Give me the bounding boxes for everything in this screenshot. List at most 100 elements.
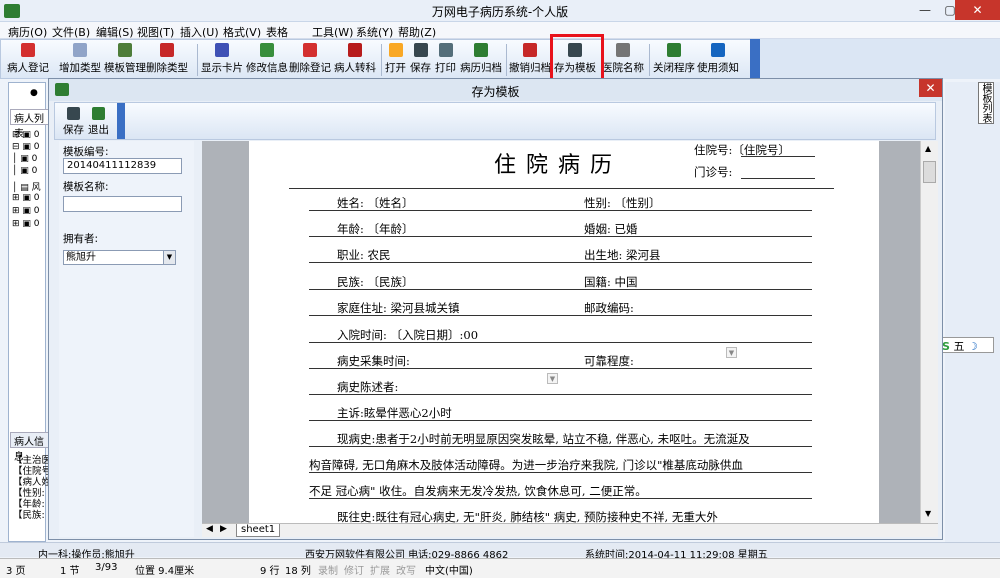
menu-item-system[interactable]: 系统(Y) — [356, 24, 393, 40]
toolbar-button-1[interactable]: 病人登记 — [7, 43, 49, 77]
menu-item-record[interactable]: 病历(O) — [8, 24, 47, 40]
highlight-box — [550, 34, 604, 82]
sheet-tab[interactable]: sheet1 — [236, 524, 281, 537]
toolbar-button-12[interactable]: 病历归档 — [460, 43, 502, 77]
vertical-scrollbar[interactable]: ▲ ▼ — [920, 141, 938, 523]
scroll-down-icon[interactable]: ▼ — [925, 509, 931, 518]
add-type-icon — [73, 43, 87, 57]
doc-title: 住院病历 — [494, 153, 623, 178]
tree-node[interactable]: │ ▣ 0 — [12, 166, 37, 176]
toolbar-button-13[interactable]: 撤销归档 — [509, 43, 551, 77]
main-toolbar: 病人登记 增加类型 模板管理 删除类型 显示卡片 修改信息 删除登记 病人转科 打开 保存 打印 病历… — [0, 39, 760, 79]
revision-indicator[interactable]: 修订 — [344, 562, 364, 577]
underline — [309, 472, 812, 473]
cursor-position: 位置 9.4厘米 — [135, 566, 195, 577]
owner-select[interactable]: 熊旭升 ▼ — [63, 250, 176, 265]
menu-item-insert[interactable]: 插入(U) — [180, 24, 219, 40]
birthplace-field: 出生地: 梁河县 — [584, 248, 661, 262]
sheet-next-icon[interactable]: ▶ — [220, 524, 227, 534]
tab-patient-list[interactable]: 病人列表 — [10, 109, 50, 140]
radio-button[interactable]: ● — [30, 88, 38, 98]
delete-type-icon — [160, 43, 174, 57]
card-icon — [215, 43, 229, 57]
dialog-exit-label: 退出 — [88, 124, 109, 136]
close-icon[interactable]: ✕ — [955, 0, 1000, 20]
address-field: 家庭住址: 梁河县城关镇 — [337, 301, 460, 315]
status-bar-info: 内一科:操作员:熊旭升 西安万网软件有限公司 电话:029-8866 4862 … — [0, 542, 1000, 561]
page-position: 3/93 — [95, 562, 118, 573]
toolbar-button-label: 增加类型 — [59, 62, 101, 74]
sheet-tab-bar: ◀ ▶ sheet1 — [202, 523, 938, 537]
underline — [309, 446, 812, 447]
toolbar-button-6[interactable]: 修改信息 — [246, 43, 288, 77]
tab-patient-info[interactable]: 病人信息 — [10, 432, 50, 463]
menu-item-format[interactable]: 格式(V) — [223, 24, 261, 40]
toolbar-button-label: 保存 — [410, 62, 431, 74]
archive-icon — [474, 43, 488, 57]
toolbar-button-9[interactable]: 打开 — [385, 43, 406, 77]
dialog-exit-button[interactable]: 退出 — [88, 107, 109, 137]
extend-indicator[interactable]: 扩展 — [370, 562, 390, 577]
toolbar-button-10[interactable]: 保存 — [410, 43, 431, 77]
sheet-prev-icon[interactable]: ◀ — [206, 524, 213, 534]
tree-node[interactable]: ⊞ ▣ 0 — [12, 206, 40, 216]
toolbar-button-4[interactable]: 删除类型 — [146, 43, 188, 77]
owner-label: 拥有者: — [63, 233, 99, 245]
template-manage-icon — [118, 43, 132, 57]
dialog-title-bar: 存为模板 ✕ — [49, 79, 942, 101]
underline — [309, 210, 812, 211]
menu-item-tools[interactable]: 工具(W) — [312, 24, 353, 40]
scroll-up-icon[interactable]: ▲ — [925, 144, 931, 153]
underline — [309, 368, 812, 369]
tree-node[interactable]: │ ▤ 风 — [12, 180, 41, 193]
tree-node[interactable]: │ ▣ 0 — [12, 154, 37, 164]
record-indicator[interactable]: 录制 — [318, 562, 338, 577]
owner-value: 熊旭升 — [66, 252, 96, 263]
toolbar-button-label: 关闭程序 — [653, 62, 695, 74]
delete-record-icon — [303, 43, 317, 57]
tree-node[interactable]: ⊟ ▣ 0 — [12, 142, 40, 152]
scroll-thumb[interactable] — [923, 161, 936, 183]
open-folder-icon — [388, 43, 403, 57]
tree-node[interactable]: ⊞ ▣ 0 — [12, 219, 40, 229]
chevron-down-icon[interactable]: ▼ — [163, 251, 175, 264]
toolbar-button-7[interactable]: 删除登记 — [289, 43, 331, 77]
overtype-indicator[interactable]: 改写 — [396, 562, 416, 577]
template-id-label: 模板编号: — [63, 146, 109, 158]
dialog-save-button[interactable]: 保存 — [63, 107, 84, 137]
template-id-field[interactable]: 20140411112839 — [63, 158, 182, 174]
dialog-toolbar: 保存 退出 — [54, 102, 936, 140]
ime-floating-bar[interactable]: S 五 ☽ — [938, 337, 994, 353]
toolbar-button-17[interactable]: 使用须知 — [697, 43, 739, 77]
toolbar-button-label: 删除登记 — [289, 62, 331, 74]
toolbar-button-label: 修改信息 — [246, 62, 288, 74]
dialog-close-icon[interactable]: ✕ — [919, 79, 942, 97]
dialog-toolbar-overflow[interactable] — [117, 103, 125, 139]
toolbar-button-label: 打开 — [385, 62, 406, 74]
underline — [309, 236, 812, 237]
toolbar-button-15[interactable]: 医院名称 — [602, 43, 644, 77]
toolbar-overflow[interactable] — [750, 39, 760, 79]
tab-template-list[interactable]: 模板列表 — [978, 82, 994, 124]
toolbar-button-16[interactable]: 关闭程序 — [653, 43, 695, 77]
key-icon — [616, 43, 630, 57]
toolbar-button-2[interactable]: 增加类型 — [59, 43, 101, 77]
dropdown-marker-icon[interactable]: ▼ — [547, 373, 558, 384]
toolbar-button-label: 撤销归档 — [509, 62, 551, 74]
tree-node[interactable]: ⊟ ▣ 0 — [12, 130, 40, 140]
menu-item-view[interactable]: 视图(T) — [137, 24, 174, 40]
menu-item-file[interactable]: 文件(B) — [52, 24, 90, 40]
toolbar-button-11[interactable]: 打印 — [435, 43, 456, 77]
toolbar-button-5[interactable]: 显示卡片 — [201, 43, 243, 77]
menu-item-edit[interactable]: 编辑(S) — [96, 24, 134, 40]
toolbar-separator — [506, 44, 507, 76]
toolbar-button-3[interactable]: 模板管理 — [104, 43, 146, 77]
menu-item-table[interactable]: 表格 — [266, 24, 288, 40]
toolbar-button-8[interactable]: 病人转科 — [334, 43, 376, 77]
document-page[interactable]: 住院病历 住院号:〔住院号〕 门诊号: 姓名: 〔姓名〕 性别: 〔性别〕 年龄… — [249, 141, 879, 523]
dropdown-marker-icon[interactable]: ▼ — [726, 347, 737, 358]
menu-item-help[interactable]: 帮助(Z) — [398, 24, 436, 40]
toolbar-button-label: 病历归档 — [460, 62, 502, 74]
tree-node[interactable]: ⊞ ▣ 0 — [12, 193, 40, 203]
template-name-field[interactable] — [63, 196, 182, 212]
